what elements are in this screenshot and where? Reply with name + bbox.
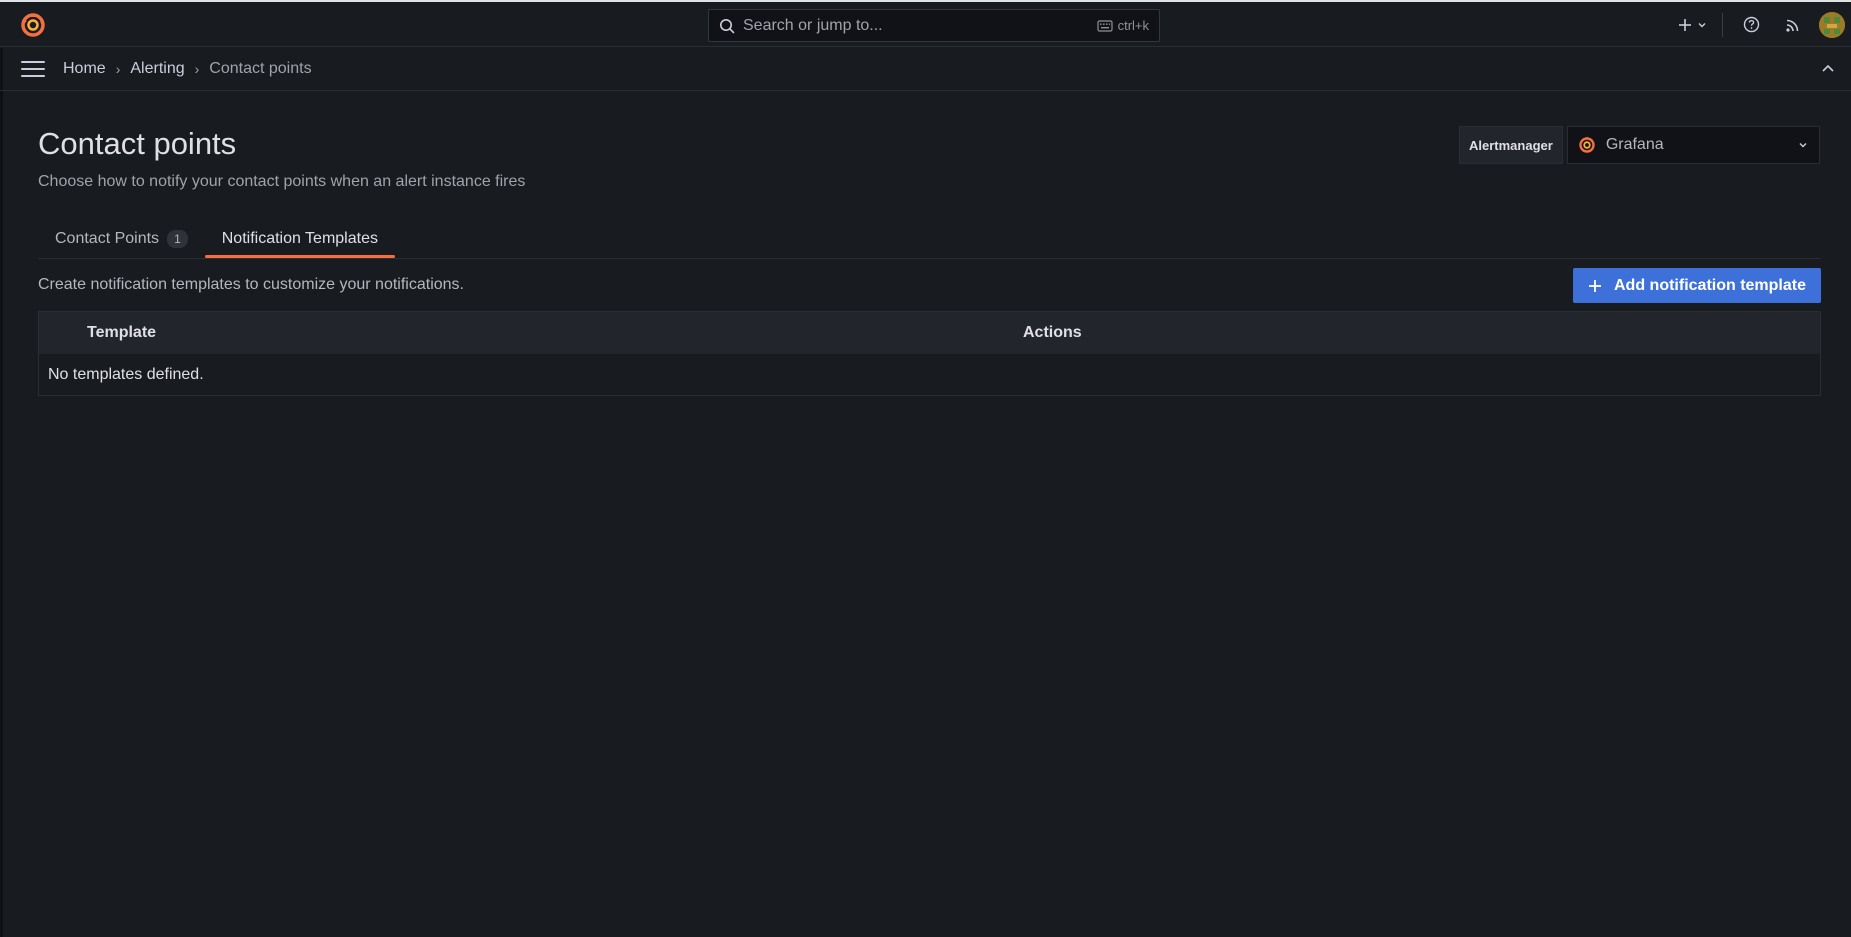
add-notification-template-button[interactable]: Add notification template (1573, 268, 1821, 303)
tab-notification-templates[interactable]: Notification Templates (204, 220, 396, 258)
plus-icon (1589, 279, 1601, 292)
alertmanager-select[interactable]: Grafana (1566, 126, 1820, 164)
window-edge (0, 48, 3, 937)
chevron-up-icon[interactable] (1819, 60, 1837, 78)
tabs-divider (38, 258, 1821, 259)
search-icon (720, 18, 735, 33)
tab-label: Contact Points (55, 230, 160, 247)
page-subtitle: Choose how to notify your contact points… (38, 173, 526, 190)
alertmanager-picker: Alertmanager Grafana (1459, 126, 1820, 164)
breadcrumb-home[interactable]: Home (63, 60, 106, 78)
column-header-actions: Actions (1023, 324, 1082, 341)
app-window: Search or jump to... ctrl+k Home › Alert… (0, 0, 1851, 937)
breadcrumb-separator: › (115, 61, 121, 77)
chevron-down-icon (1799, 143, 1807, 148)
plus-icon (1678, 18, 1691, 31)
help-button[interactable] (1737, 10, 1765, 40)
templates-table: Template Actions No templates defined. (38, 311, 1821, 396)
page-title: Contact points (38, 126, 237, 161)
templates-description: Create notification templates to customi… (38, 276, 464, 293)
news-button[interactable] (1779, 10, 1807, 40)
keyboard-icon (1096, 19, 1113, 32)
breadcrumb-alerting[interactable]: Alerting (130, 60, 184, 78)
add-button-label: Add notification template (1614, 276, 1806, 294)
alertmanager-selected-value: Grafana (1605, 136, 1664, 153)
rss-icon (1786, 19, 1799, 32)
alertmanager-label: Alertmanager (1459, 126, 1563, 164)
tab-contact-points[interactable]: Contact Points 1 (38, 220, 205, 258)
empty-message: No templates defined. (48, 366, 204, 383)
grafana-logo-icon (1579, 136, 1595, 153)
tab-count-badge: 1 (167, 230, 188, 248)
divider (1722, 12, 1723, 37)
table-empty-row: No templates defined. (39, 354, 1820, 396)
new-menu-button[interactable] (1670, 10, 1714, 40)
column-header-template: Template (87, 324, 157, 341)
tab-label: Notification Templates (221, 230, 378, 247)
search-shortcut: ctrl+k (1096, 18, 1149, 33)
grafana-logo-icon[interactable] (20, 12, 46, 38)
table-header: Template Actions (39, 312, 1820, 354)
shortcut-label: ctrl+k (1117, 18, 1149, 33)
chevron-down-icon (1698, 22, 1705, 27)
tab-bar: Contact Points 1 Notification Templates (38, 220, 396, 258)
breadcrumb-separator: › (194, 61, 200, 77)
breadcrumb-contact-points: Contact points (209, 60, 312, 77)
top-bar-actions (1670, 2, 1851, 47)
hamburger-menu-icon[interactable] (21, 57, 45, 81)
top-bar: Search or jump to... ctrl+k (0, 2, 1851, 47)
help-circle-icon (1743, 16, 1759, 33)
search-placeholder: Search or jump to... (743, 16, 883, 34)
search-bar[interactable]: Search or jump to... ctrl+k (708, 9, 1160, 42)
user-avatar[interactable] (1819, 11, 1845, 38)
breadcrumb-bar: Home › Alerting › Contact points (0, 48, 1851, 91)
